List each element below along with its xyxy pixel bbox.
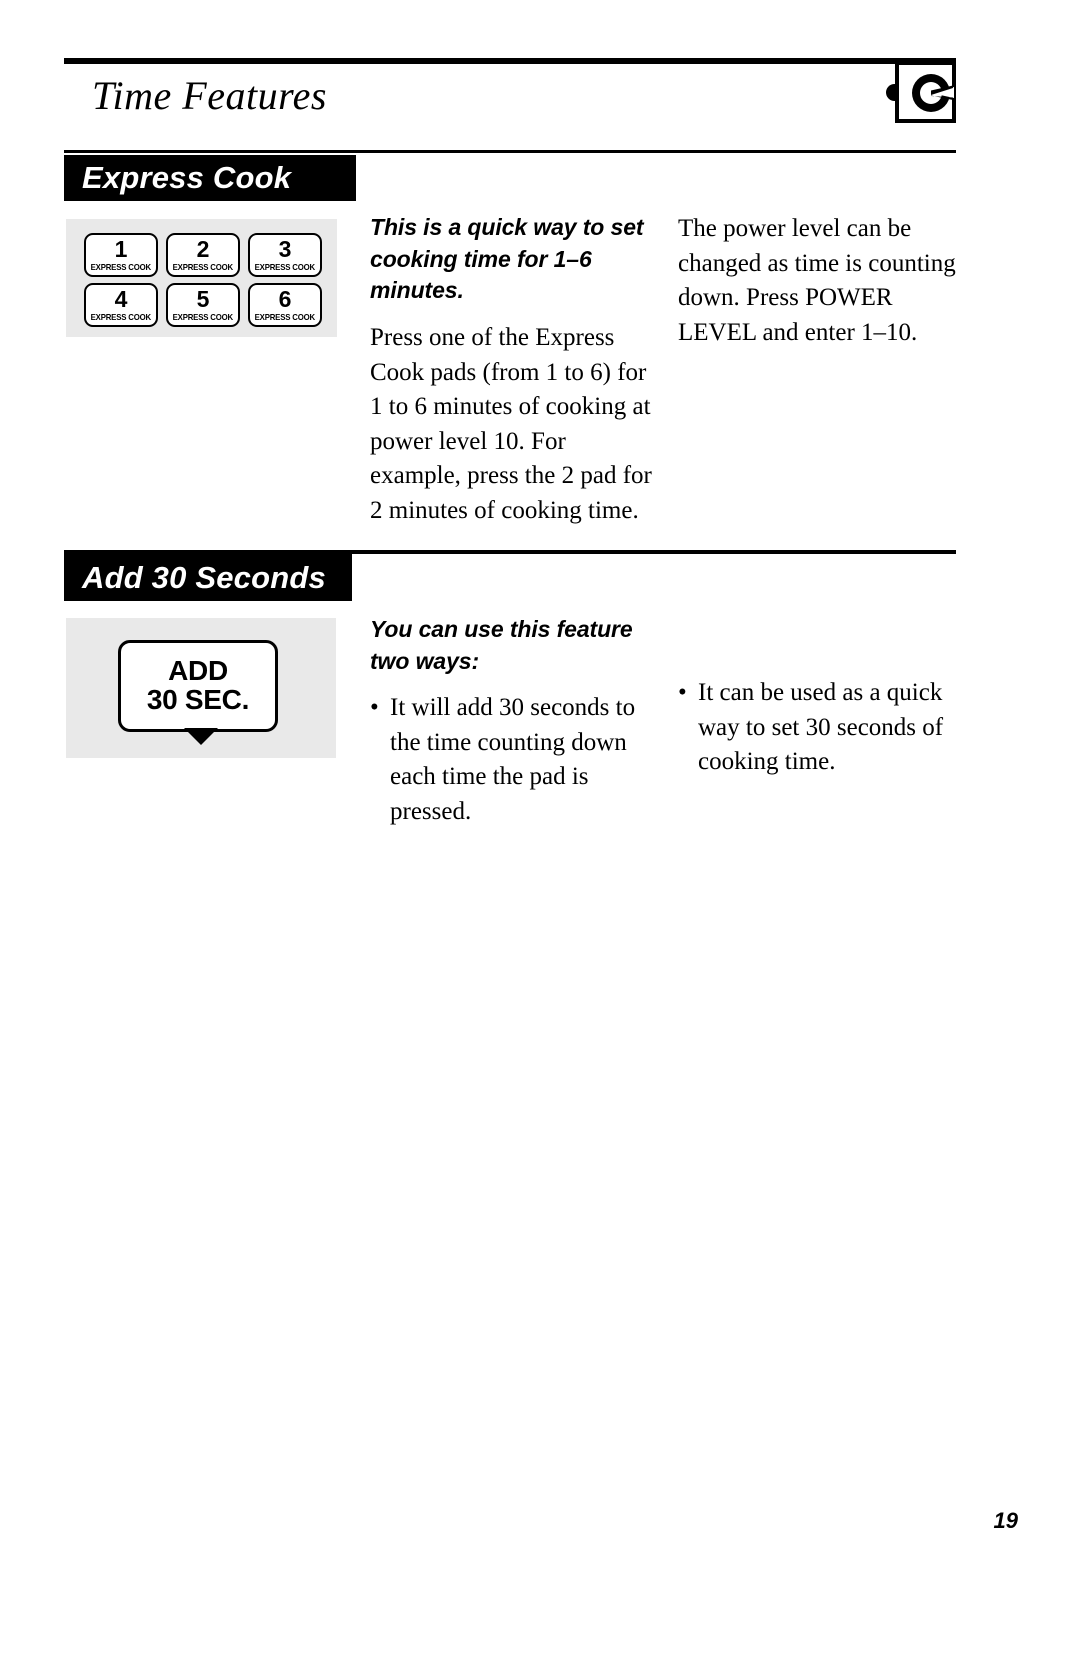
add-30-sec-pad[interactable]: ADD 30 SEC. <box>118 640 278 732</box>
express-cook-key-5[interactable]: 5 EXPRESS COOK <box>166 283 240 327</box>
manual-page: Time Features Express Cook 1 EXPRESS COO… <box>0 0 1080 1669</box>
add-30-seconds-middle-column: You can use this feature two ways: It wi… <box>370 614 650 829</box>
control-knob-icon-glyph <box>912 74 954 112</box>
header-top-rule <box>64 58 956 64</box>
list-item: It will add 30 seconds to the time count… <box>370 691 650 829</box>
key-label: EXPRESS COOK <box>172 312 234 323</box>
express-cook-key-6[interactable]: 6 EXPRESS COOK <box>248 283 322 327</box>
express-cook-body-text: Press one of the Express Cook pads (from… <box>370 324 652 524</box>
key-label: EXPRESS COOK <box>172 262 234 273</box>
express-cook-right-column: The power level can be changed as time i… <box>678 212 958 350</box>
key-label: EXPRESS COOK <box>254 312 316 323</box>
add-30-seconds-right-column: It can be used as a quick way to set 30 … <box>678 676 958 780</box>
control-knob-icon <box>895 61 956 123</box>
express-cook-power-level-text: The power level can be changed as time i… <box>678 215 956 346</box>
page-title: Time Features <box>92 73 327 118</box>
section-banner-add-30-seconds: Add 30 Seconds <box>64 554 352 601</box>
key-number: 6 <box>278 286 292 313</box>
express-cook-key-1[interactable]: 1 EXPRESS COOK <box>84 233 158 277</box>
add-30-seconds-pad-artwork: ADD 30 SEC. <box>66 618 336 758</box>
add-30-seconds-middle-bullets: It will add 30 seconds to the time count… <box>370 691 650 829</box>
express-cook-keypad-artwork: 1 EXPRESS COOK 2 EXPRESS COOK 3 EXPRESS … <box>66 219 337 337</box>
section-banner-express-cook: Express Cook <box>64 155 356 201</box>
express-cook-key-3[interactable]: 3 EXPRESS COOK <box>248 233 322 277</box>
key-label: EXPRESS COOK <box>90 262 152 273</box>
add-30-seconds-lead-text: You can use this feature two ways: <box>370 616 633 674</box>
key-label: EXPRESS COOK <box>90 312 152 323</box>
add-30-sec-pad-line1: ADD <box>168 655 228 687</box>
add-30-seconds-right-bullets: It can be used as a quick way to set 30 … <box>678 676 958 780</box>
list-item: It can be used as a quick way to set 30 … <box>678 676 958 780</box>
key-number: 3 <box>278 236 292 263</box>
key-number: 2 <box>196 236 210 263</box>
express-cook-key-2[interactable]: 2 EXPRESS COOK <box>166 233 240 277</box>
key-label: EXPRESS COOK <box>254 262 316 273</box>
express-cook-lead-text: This is a quick way to set cooking time … <box>370 214 644 304</box>
express-cook-keypad: 1 EXPRESS COOK 2 EXPRESS COOK 3 EXPRESS … <box>84 233 322 327</box>
add-30-sec-pad-line2: 30 SEC. <box>146 684 250 715</box>
key-number: 5 <box>196 286 210 313</box>
header-bottom-rule <box>64 150 956 153</box>
pad-pointer-triangle-icon <box>184 728 218 745</box>
key-number: 1 <box>114 236 128 263</box>
page-number: 19 <box>993 1508 1018 1533</box>
key-number: 4 <box>114 286 128 313</box>
express-cook-middle-column: This is a quick way to set cooking time … <box>370 212 656 528</box>
express-cook-key-4[interactable]: 4 EXPRESS COOK <box>84 283 158 327</box>
